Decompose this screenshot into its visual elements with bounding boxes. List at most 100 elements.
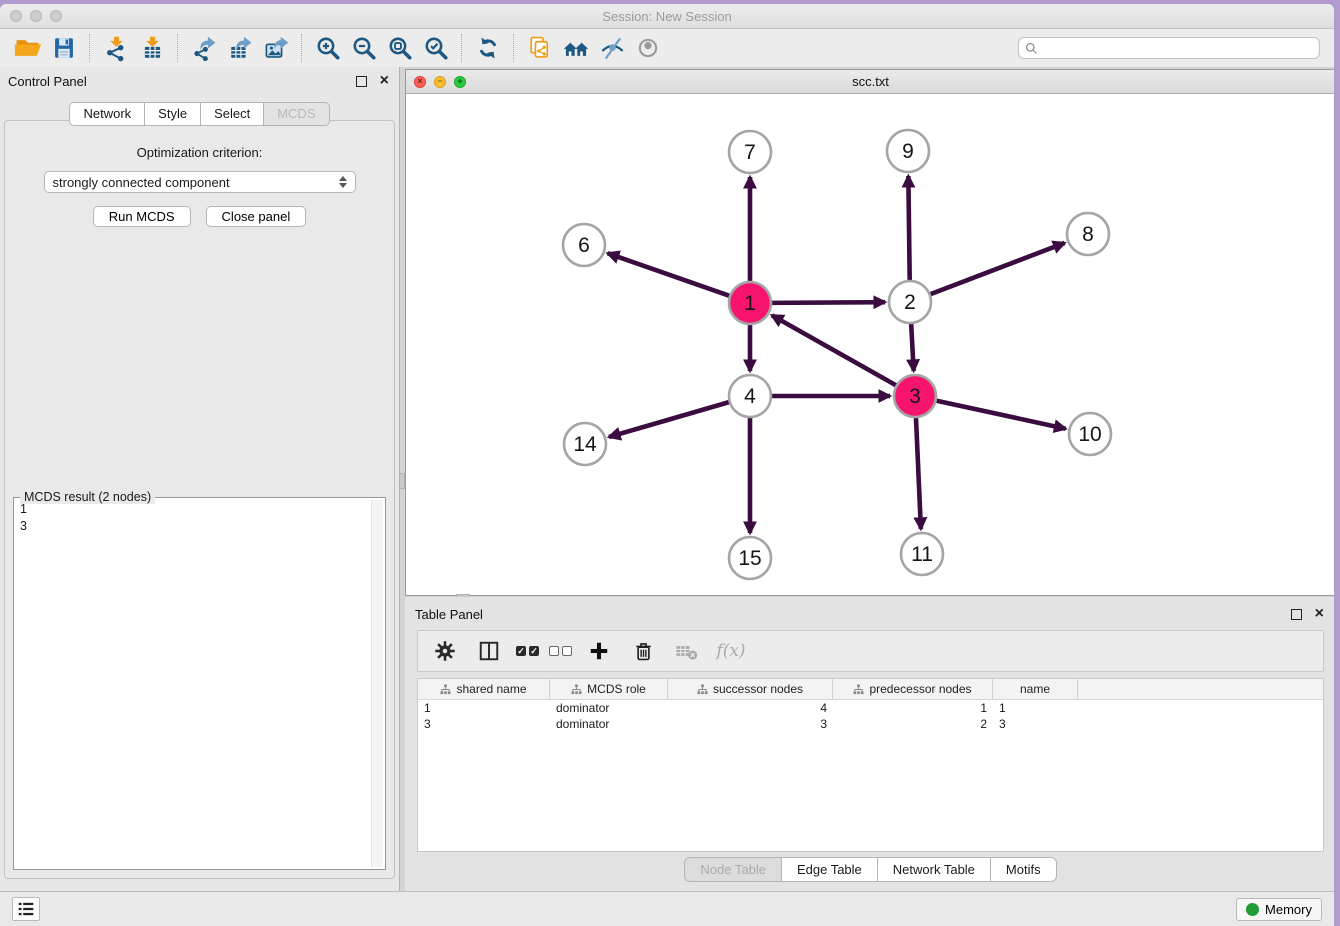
graph-node-15[interactable]: 15 [729, 537, 771, 579]
toolbar-separator [89, 34, 91, 62]
network-canvas[interactable]: 7 9 6 8 1 2 4 3 14 10 15 11 [406, 94, 1334, 595]
graph-edge-4-14[interactable] [609, 402, 730, 437]
refresh-view-button[interactable] [470, 32, 506, 64]
table-cell: dominator [550, 717, 668, 731]
graph-node-11[interactable]: 11 [901, 533, 943, 575]
graph-node-2[interactable]: 2 [889, 281, 931, 323]
close-panel-button[interactable]: Close panel [206, 206, 307, 227]
app-window: Session: New Session [0, 4, 1334, 926]
home-networks-button[interactable] [558, 32, 594, 64]
graph-node-9[interactable]: 9 [887, 130, 929, 172]
graph-edge-1-2[interactable] [771, 302, 885, 303]
duplicate-network-icon [527, 35, 554, 62]
maximize-window-icon[interactable] [50, 10, 62, 22]
graph-node-7[interactable]: 7 [729, 131, 771, 173]
export-network-button[interactable] [186, 32, 222, 64]
graph-node-14[interactable]: 14 [564, 423, 606, 465]
table-settings-button[interactable] [428, 634, 462, 668]
clear-table-button[interactable] [670, 634, 704, 668]
result-scrollbar[interactable] [371, 500, 383, 867]
close-panel-icon[interactable]: × [380, 76, 389, 86]
graph-edge-3-11[interactable] [916, 417, 921, 529]
table-cell: dominator [550, 701, 668, 715]
tab-node-table[interactable]: Node Table [684, 857, 781, 882]
mcds-result-box: MCDS result (2 nodes) 13 [13, 497, 386, 870]
duplicate-network-button[interactable] [522, 32, 558, 64]
graph-edge-2-3[interactable] [911, 323, 914, 371]
graph-node-8[interactable]: 8 [1067, 213, 1109, 255]
search-input[interactable] [1042, 40, 1313, 56]
delete-column-button[interactable] [626, 634, 660, 668]
column-header-successor-nodes[interactable]: successor nodes [668, 679, 833, 699]
window-title: Session: New Session [0, 9, 1334, 24]
show-graphics-details-button[interactable] [630, 32, 666, 64]
graph-node-6[interactable]: 6 [563, 224, 605, 266]
hide-graphics-details-button[interactable] [594, 32, 630, 64]
refresh-icon [475, 35, 501, 61]
zoom-out-button[interactable] [346, 32, 382, 64]
export-table-button[interactable] [222, 32, 258, 64]
tab-motifs[interactable]: Motifs [990, 857, 1057, 882]
network-minimize-icon[interactable]: − [434, 76, 446, 88]
table-row[interactable]: 1dominator411 [418, 700, 1323, 716]
select-all-button[interactable]: ✓ ✓ [516, 646, 539, 656]
task-history-button[interactable] [12, 897, 40, 921]
export-image-button[interactable] [258, 32, 294, 64]
svg-text:4: 4 [744, 385, 756, 408]
tab-edge-table[interactable]: Edge Table [781, 857, 877, 882]
memory-label: Memory [1265, 902, 1312, 917]
import-network-button[interactable] [98, 32, 134, 64]
graph-edge-3-10[interactable] [936, 400, 1066, 428]
svg-text:11: 11 [911, 543, 933, 566]
float-panel-icon[interactable] [356, 76, 367, 87]
table-panel-tabs: Node TableEdge TableNetwork TableMotifs [405, 857, 1334, 882]
graph-edge-3-1[interactable] [772, 315, 897, 385]
table-row[interactable]: 3dominator323 [418, 716, 1323, 732]
window-titlebar: Session: New Session [0, 4, 1334, 29]
network-close-icon[interactable]: × [414, 76, 426, 88]
run-mcds-button[interactable]: Run MCDS [93, 206, 191, 227]
import-table-button[interactable] [134, 32, 170, 64]
column-header-label: MCDS role [587, 682, 646, 696]
column-header-mcds-role[interactable]: MCDS role [550, 679, 668, 699]
close-window-icon[interactable] [10, 10, 22, 22]
svg-text:2: 2 [904, 291, 916, 314]
add-column-button[interactable] [582, 634, 616, 668]
tab-select[interactable]: Select [200, 102, 263, 126]
save-session-button[interactable] [46, 32, 82, 64]
mcds-tab-content: Optimization criterion: strongly connect… [4, 120, 395, 879]
float-table-panel-icon[interactable] [1291, 609, 1302, 620]
graph-edge-2-9[interactable] [908, 176, 909, 281]
clear-table-icon [674, 638, 700, 664]
function-builder-button[interactable]: f(x) [714, 634, 748, 668]
graph-node-3[interactable]: 3 [894, 375, 936, 417]
column-header-label: name [1020, 682, 1050, 696]
zoom-selected-button[interactable] [418, 32, 454, 64]
zoom-fit-button[interactable] [382, 32, 418, 64]
close-table-panel-icon[interactable]: × [1315, 609, 1324, 619]
tab-network[interactable]: Network [69, 102, 144, 126]
network-maximize-icon[interactable]: + [454, 76, 466, 88]
zoom-in-button[interactable] [310, 32, 346, 64]
svg-text:7: 7 [744, 141, 756, 164]
graph-edge-1-6[interactable] [608, 253, 731, 296]
deselect-all-button[interactable] [549, 646, 572, 656]
graph-node-10[interactable]: 10 [1069, 413, 1111, 455]
column-header-name[interactable]: name [993, 679, 1078, 699]
minimize-window-icon[interactable] [30, 10, 42, 22]
column-header-shared-name[interactable]: shared name [418, 679, 550, 699]
tab-style[interactable]: Style [144, 102, 200, 126]
graph-node-1[interactable]: 1 [729, 282, 771, 324]
tab-network-table[interactable]: Network Table [877, 857, 990, 882]
criterion-dropdown[interactable]: strongly connected component [44, 171, 356, 193]
graph-node-4[interactable]: 4 [729, 375, 771, 417]
split-panel-button[interactable] [472, 634, 506, 668]
open-session-button[interactable] [10, 32, 46, 64]
graph-edge-2-8[interactable] [930, 243, 1065, 295]
vertical-splitter-handle[interactable] [399, 473, 405, 489]
gear-icon [433, 639, 457, 663]
toolbar-separator [461, 34, 463, 62]
tab-mcds[interactable]: MCDS [263, 102, 329, 126]
column-header-predecessor-nodes[interactable]: predecessor nodes [833, 679, 993, 699]
memory-button[interactable]: Memory [1236, 898, 1322, 921]
